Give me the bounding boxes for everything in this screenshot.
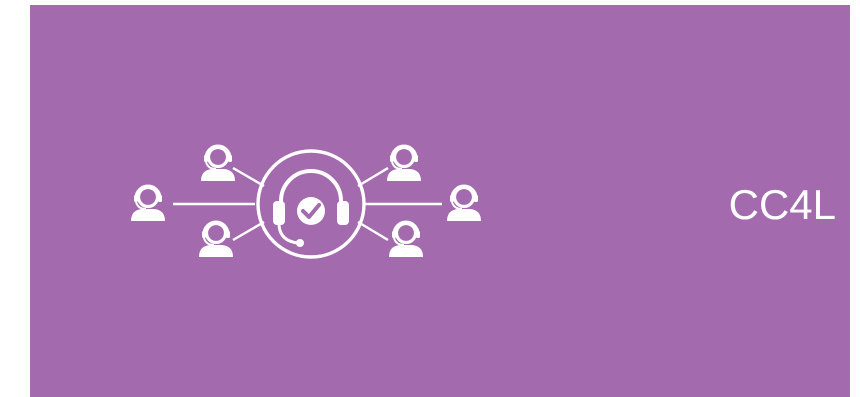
support-network-icon: [129, 144, 483, 259]
headset-agent-icon: [385, 144, 423, 183]
headset-agent-icon: [445, 184, 483, 223]
headset-agent-icon: [199, 144, 237, 183]
headset-check-icon: [256, 149, 366, 259]
headset-agent-icon: [129, 184, 167, 223]
banner: CC4L: [30, 5, 850, 397]
headset-agent-icon: [387, 220, 425, 259]
brand-name: CC4L: [728, 181, 836, 228]
headset-agent-icon: [197, 220, 235, 259]
